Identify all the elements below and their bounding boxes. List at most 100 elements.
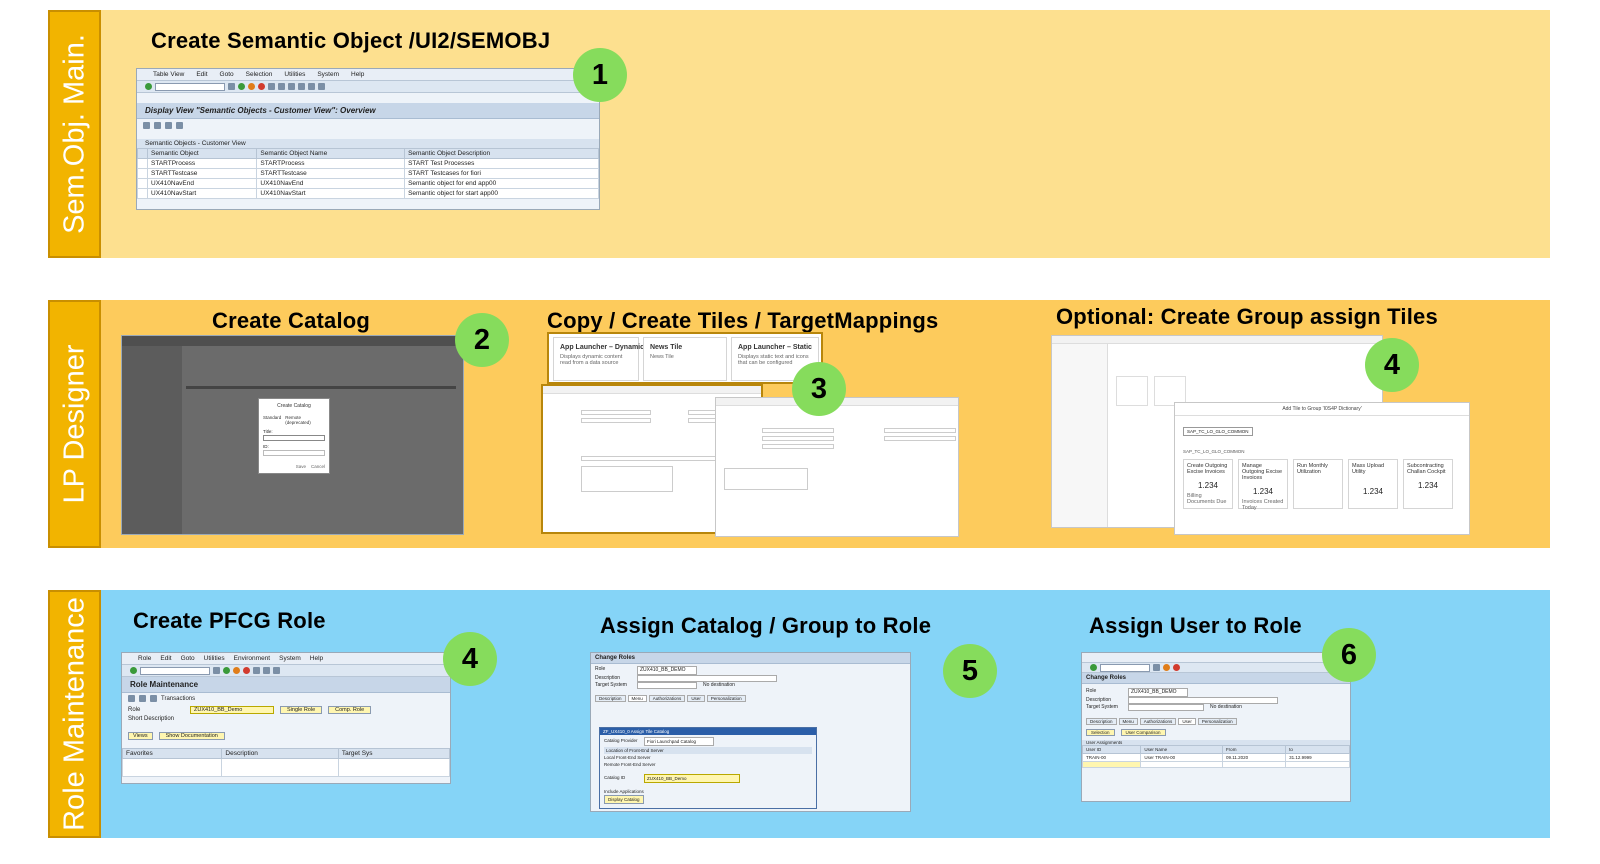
radio-local-server[interactable]: Local Front-End Server [604,754,812,761]
tile-app-launcher-dynamic: App Launcher – Dynamic Displays dynamic … [553,337,644,381]
radio-standard[interactable]: Standard [263,415,281,425]
cancel-icon [1173,664,1180,671]
tile-manage-outgoing[interactable]: Manage Outgoing Excise Invoices 1.234 In… [1238,459,1288,511]
table-row: TRAIN-00 User TRAIN-00 09.11.2020 31.12.… [1082,753,1350,762]
target-mapping-screenshot [715,397,959,537]
step-badge: 4 [1365,338,1419,392]
tab-menu[interactable]: Menu [627,695,647,702]
radio-remote-server[interactable]: Remote Front-End Server [604,761,812,768]
help-icon [318,83,325,90]
pfcg-screenshot: Role Edit Goto Utilities Environment Sys… [121,652,451,784]
tile-mass-upload[interactable]: Mass Upload Utility 1.234 [1348,459,1398,509]
exit-icon [1163,664,1170,671]
catalog-id-input[interactable]: ZUX410_BB_Demo [644,774,740,783]
find-icon [263,667,270,674]
sap-menubar: Table View Edit Goto Selection Utilities… [137,69,599,81]
step-title: Optional: Create Group assign Tiles [1056,304,1438,329]
tab-description[interactable]: Description [595,695,626,702]
save-icon [228,83,235,90]
cancel-icon [243,667,250,674]
tab-authorizations[interactable]: Authorizations [1139,718,1177,725]
step-badge: 3 [792,362,846,416]
display-catalog-button[interactable]: Display Catalog [604,795,644,804]
step-badge: 1 [573,48,627,102]
delete-icon [150,695,157,702]
back-icon [223,667,230,674]
print-icon [253,667,260,674]
radio-remote[interactable]: Remote (deprecated) [285,415,325,425]
step-title: Create PFCG Role [133,608,326,633]
assign-catalog-screenshot: Change Roles Role ZUX410_BB_DEMO Descript… [590,652,911,812]
tile-types-screenshot: App Launcher – Dynamic Displays dynamic … [547,332,823,384]
semantic-object-table: Semantic Object Semantic Object Name Sem… [137,148,599,199]
user-assignments-table: User ID User Name From to TRAIN-00 User … [1082,745,1350,768]
command-field [140,666,210,675]
sap-toolbar [122,665,450,677]
band-semantic-object: Sem.Obj. Main. Create Semantic Object /U… [48,10,1550,258]
save-icon [213,667,220,674]
view-title: Change Roles [591,653,910,664]
enter-icon [145,83,152,90]
include-apps-checkbox[interactable]: Include Applications [604,788,812,795]
add-tile-dialog: Add Tile to Group 'I0S4P Dictionary' SAP… [1174,402,1470,535]
edit-icon [143,121,150,129]
deselect-icon [176,121,183,129]
process-diagram: Sem.Obj. Main. Create Semantic Object /U… [0,0,1600,864]
sap-toolbar [1082,663,1350,673]
sap-screenshot-semobj: Table View Edit Goto Selection Utilities… [136,68,600,210]
view-title: Role Maintenance [122,677,450,693]
tab-description[interactable]: Description [1086,718,1117,725]
tab-personalization[interactable]: Personalization [706,695,746,702]
catalog-provider-select[interactable]: Fiori Launchpad Catalog [644,737,714,746]
step-title: Copy / Create Tiles / TargetMappings [547,308,939,333]
title-input[interactable] [263,435,325,441]
enter-icon [1090,664,1097,671]
single-role-button[interactable]: Single Role [280,706,323,714]
transactions-link[interactable]: Transactions [161,696,195,702]
role-input[interactable]: ZUX410_BB_Demo [190,706,274,714]
table-row: STARTProcess STARTProcess START Test Pro… [137,158,599,169]
print-icon [268,83,275,90]
exit-icon [248,83,255,90]
help-icon [273,667,280,674]
cancel-button[interactable]: Cancel [311,464,325,469]
band-label: Role Maintenance [48,590,101,838]
save-button[interactable]: Save [296,464,306,469]
step-badge: 5 [943,644,997,698]
save-icon [1153,664,1160,671]
step-badge: 6 [1322,628,1376,682]
sap-menubar: Role Edit Goto Utilities Environment Sys… [122,653,450,665]
copy-icon [154,121,161,129]
band-lp-designer: LP Designer Create Catalog Create Catalo… [48,300,1550,548]
favorites-table: Favorites Description Target Sys [122,748,450,777]
create-catalog-dialog: Create Catalog Standard Remote (deprecat… [258,398,330,474]
tab-user[interactable]: User [1178,718,1196,725]
tab-user[interactable]: User [687,695,705,702]
band-role-maintenance: Role Maintenance Create PFCG Role Role E… [48,590,1550,838]
create-icon [128,695,135,702]
tile-run-monthly[interactable]: Run Monthly Utilization [1293,459,1343,509]
layout-icon [308,83,315,90]
selection-button[interactable]: Selection [1086,729,1115,736]
table-row: UX410NavStart UX410NavStart Semantic obj… [137,188,599,199]
id-input[interactable] [263,450,325,456]
find-icon [278,83,285,90]
show-documentation-button[interactable]: Show Documentation [158,732,225,740]
views-button[interactable]: Views [128,732,153,740]
step-title: Assign Catalog / Group to Role [600,613,932,638]
exit-icon [233,667,240,674]
comp-role-button[interactable]: Comp. Role [328,706,372,714]
tab-menu[interactable]: Menu [1118,718,1138,725]
step-title: Create Semantic Object /UI2/SEMOBJ [151,28,551,53]
table-row: STARTTestcase STARTTestcase START Testca… [137,168,599,179]
user-comparison-button[interactable]: User Comparison [1120,729,1166,736]
catalog-chip[interactable]: SAP_TC_LO_GLO_COMMON [1183,427,1253,436]
tab-authorizations[interactable]: Authorizations [648,695,686,702]
view-title: Change Roles [1082,673,1350,684]
step-title: Assign User to Role [1089,613,1302,638]
step-badge: 2 [455,313,509,367]
tile-create-outgoing[interactable]: Create Outgoing Excise Invoices 1.234 Bi… [1183,459,1233,509]
enter-icon [130,667,137,674]
tab-personalization[interactable]: Personalization [1197,718,1237,725]
tile-subcontracting[interactable]: Subcontracting Challan Cockpit 1.234 [1403,459,1453,509]
